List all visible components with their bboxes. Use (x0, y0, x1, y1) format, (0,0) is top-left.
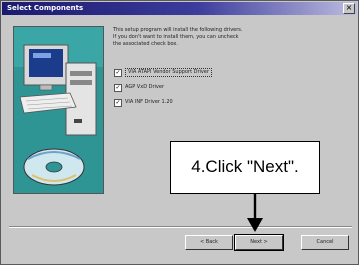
down-arrow-icon (247, 194, 263, 232)
